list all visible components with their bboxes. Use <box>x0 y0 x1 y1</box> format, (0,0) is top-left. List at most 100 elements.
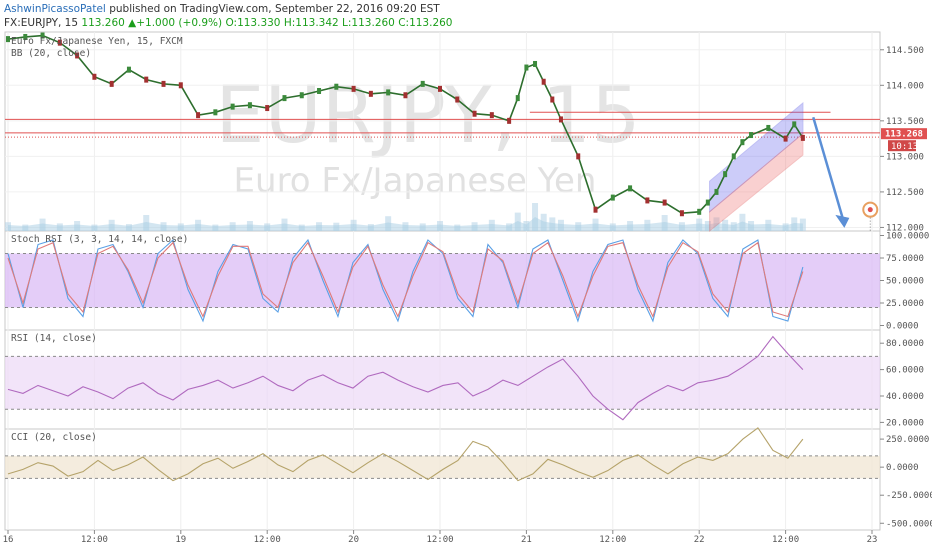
candle <box>800 134 805 141</box>
candle <box>731 153 736 160</box>
candle <box>178 82 183 89</box>
candle <box>472 110 477 117</box>
candle <box>420 80 425 87</box>
symbol-label: FX:EURJPY, 15 <box>4 17 79 29</box>
y-tick-label: 50.0000 <box>886 277 924 287</box>
candle <box>515 95 520 102</box>
candle <box>368 90 373 97</box>
candle <box>334 83 339 90</box>
candle <box>533 60 538 67</box>
candle <box>403 92 408 99</box>
candle <box>196 112 201 119</box>
oscillator-band <box>5 356 880 410</box>
candle <box>783 135 788 142</box>
candle <box>438 85 442 92</box>
y-tick-label: 0.0000 <box>886 322 919 332</box>
low-value: L:113.260 <box>342 17 395 29</box>
close-value: C:113.260 <box>398 17 453 29</box>
candle <box>126 66 131 73</box>
candle <box>740 139 745 146</box>
y-tick-label: 20.0000 <box>886 418 924 428</box>
candle <box>92 73 97 80</box>
candle <box>576 153 581 160</box>
candle <box>351 85 356 92</box>
price-pane-title: Euro Fx/Japanese Yen, 15, FXCM <box>11 36 183 47</box>
candle <box>317 87 322 94</box>
candle <box>714 188 719 195</box>
candle <box>541 78 546 85</box>
x-tick-label: 12:00 <box>772 535 799 545</box>
x-tick-label: 21 <box>521 535 532 545</box>
candle <box>558 116 563 123</box>
candle <box>455 96 460 103</box>
oscillator-band <box>5 253 880 308</box>
timer-label: 10:13 <box>891 142 918 152</box>
candle <box>230 103 235 110</box>
y-tick-label: 113.500 <box>886 117 924 127</box>
x-tick-label: 22 <box>694 535 705 545</box>
candle <box>109 80 114 87</box>
y-tick-label: 0.0000 <box>886 463 919 473</box>
candle <box>628 185 633 192</box>
x-tick-label: 19 <box>175 535 186 545</box>
published-text: published on TradingView.com, September … <box>109 3 440 15</box>
candle <box>610 194 615 201</box>
price-label: 113.268 <box>885 130 923 140</box>
open-value: O:113.330 <box>225 17 281 29</box>
watermark-name: Euro Fx/Japanese Yen <box>234 161 597 201</box>
high-value: H:113.342 <box>283 17 339 29</box>
y-tick-label: -250.0000 <box>886 491 932 501</box>
candle <box>645 197 650 204</box>
candle <box>507 117 512 124</box>
x-tick-label: 23 <box>867 535 878 545</box>
x-tick-label: 12:00 <box>426 535 453 545</box>
y-tick-label: 25.0000 <box>886 299 924 309</box>
x-tick-label: 20 <box>348 535 359 545</box>
candle <box>265 105 270 112</box>
rsi-title: RSI (14, close) <box>11 333 97 344</box>
candle <box>299 92 304 99</box>
candle <box>766 124 771 131</box>
target-marker-dot <box>867 207 873 213</box>
chart-canvas[interactable]: EURJPY, 15 Euro Fx/Japanese Yen 16 12:00 1… <box>0 30 932 550</box>
candle <box>662 199 667 206</box>
x-tick-label: 12:00 <box>599 535 626 545</box>
candle <box>792 121 797 128</box>
cci-title: CCI (20, close) <box>11 432 97 443</box>
candle <box>161 80 166 87</box>
candle <box>282 95 287 102</box>
y-tick-label: 250.0000 <box>886 435 929 445</box>
y-tick-label: -500.0000 <box>886 519 932 529</box>
y-tick-label: 75.0000 <box>886 254 924 264</box>
candle <box>144 76 149 83</box>
candle <box>524 64 529 71</box>
x-tick-label: 12:00 <box>81 535 108 545</box>
candle <box>705 199 710 206</box>
candle <box>697 208 702 215</box>
last-price: 113.260 <box>81 17 125 29</box>
y-tick-label: 40.0000 <box>886 392 924 402</box>
y-tick-label: 114.000 <box>886 81 924 91</box>
symbol-line: FX:EURJPY, 15 113.260 ▲+1.000 (+0.9%) O:… <box>4 17 453 29</box>
candle <box>749 132 754 139</box>
price-change: +1.000 (+0.9%) <box>136 17 223 29</box>
watermark-symbol: EURJPY, 15 <box>215 71 640 161</box>
candle <box>489 112 494 119</box>
candle <box>6 36 10 43</box>
chart-header: AshwinPicassoPatel published on TradingV… <box>0 0 932 30</box>
candle <box>213 109 218 116</box>
oscillator-band <box>5 455 880 479</box>
candle <box>386 89 391 96</box>
y-tick-label: 113.000 <box>886 152 924 162</box>
candle <box>593 206 598 213</box>
bb-indicator-label: BB (20, close) <box>11 48 91 59</box>
candle <box>679 210 684 217</box>
candle <box>247 102 252 109</box>
y-tick-label: 114.500 <box>886 46 924 56</box>
author-link[interactable]: AshwinPicassoPatel <box>4 3 106 15</box>
x-tick-label: 16 <box>3 535 14 545</box>
candle <box>723 171 728 178</box>
candle <box>550 96 555 103</box>
y-tick-label: 60.0000 <box>886 366 924 376</box>
y-tick-label: 80.0000 <box>886 339 924 349</box>
